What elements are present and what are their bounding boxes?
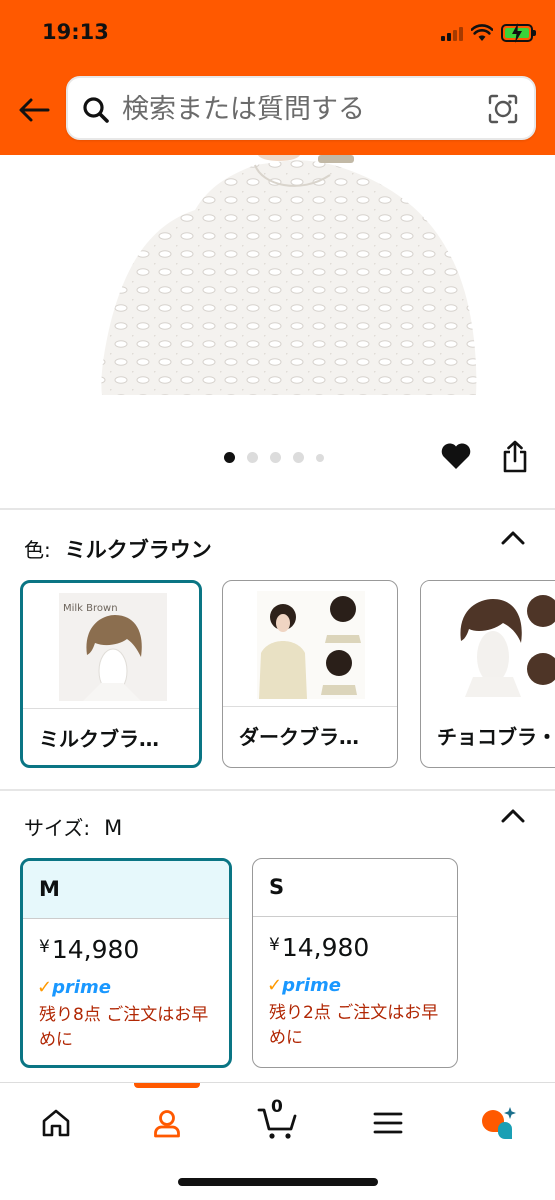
search-bar[interactable]: [66, 76, 536, 140]
nav-home[interactable]: [32, 1101, 80, 1145]
prime-check-icon: ✓: [37, 977, 53, 998]
size-option-m[interactable]: M ¥14,980 ✓prime 残り8点 ご注文はお早めに: [20, 858, 232, 1068]
account-icon: [154, 1110, 180, 1138]
collapse-size-chevron-up-icon[interactable]: [501, 808, 525, 824]
thumb-label: Milk Brown: [63, 603, 118, 614]
prime-badge: ✓prime: [37, 977, 111, 998]
size-option-name: M: [23, 861, 229, 919]
color-option-name: チョコブラ・: [437, 725, 555, 749]
nav-active-indicator: [134, 1083, 200, 1088]
prime-badge: ✓prime: [267, 975, 341, 996]
back-arrow-icon: [19, 98, 50, 122]
status-icons: [441, 20, 536, 46]
share-button[interactable]: [500, 440, 530, 478]
search-icon: [83, 97, 109, 123]
carousel-dot[interactable]: [224, 452, 235, 463]
nav-cart[interactable]: 0: [254, 1097, 302, 1145]
section-divider: [0, 789, 555, 791]
status-time: 19:13: [42, 20, 109, 44]
size-option-s[interactable]: S ¥14,980 ✓prime 残り2点 ご注文はお早めに: [252, 858, 458, 1068]
heart-icon: [441, 443, 471, 469]
nav-rufus[interactable]: [474, 1101, 522, 1145]
prime-check-icon: ✓: [267, 975, 283, 996]
carousel-dots[interactable]: [224, 452, 324, 463]
color-thumbnail: [223, 581, 397, 707]
carousel-dot[interactable]: [247, 452, 258, 463]
back-button[interactable]: [14, 90, 54, 130]
color-option-milk-brown[interactable]: Milk Brown ミルクブラ…: [20, 580, 202, 768]
home-indicator: [178, 1178, 378, 1186]
nav-account[interactable]: [143, 1101, 191, 1145]
color-thumbnail: [421, 581, 555, 707]
size-option-price: ¥14,980: [39, 935, 139, 964]
size-label-text: サイズ:: [24, 816, 91, 840]
nav-menu[interactable]: [364, 1101, 412, 1145]
color-label-text: 色:: [24, 538, 51, 562]
section-divider: [0, 508, 555, 510]
color-option-name: ミルクブラ…: [39, 727, 159, 751]
currency-symbol: ¥: [269, 935, 280, 955]
color-thumbnail: Milk Brown: [23, 583, 199, 709]
color-selected-value: ミルクブラウン: [64, 538, 212, 562]
color-option-choco-brown[interactable]: チョコブラ・: [420, 580, 555, 768]
camera-lens-icon[interactable]: [488, 94, 518, 124]
wifi-icon: [471, 24, 493, 41]
carousel-dot[interactable]: [293, 452, 304, 463]
home-icon: [42, 1109, 70, 1137]
size-option-price: ¥14,980: [269, 933, 369, 962]
cart-count: 0: [271, 1097, 283, 1117]
rufus-icon: [482, 1107, 516, 1139]
product-image[interactable]: [0, 155, 555, 395]
price-value: 14,980: [281, 933, 370, 962]
size-selected-value: M: [104, 816, 123, 840]
app-header: 19:13: [0, 0, 555, 155]
collapse-color-chevron-up-icon[interactable]: [501, 530, 525, 546]
carousel-dot[interactable]: [316, 453, 324, 462]
price-value: 14,980: [51, 935, 140, 964]
search-input[interactable]: [122, 86, 482, 132]
stock-status: 残り8点 ご注文はお早めに: [39, 1005, 209, 1050]
add-to-list-button[interactable]: [440, 440, 472, 476]
menu-icon: [373, 1112, 403, 1134]
prime-label: prime: [52, 977, 111, 998]
carousel-dot[interactable]: [270, 452, 281, 463]
size-option-name: S: [253, 859, 457, 917]
product-photo: [101, 155, 477, 395]
color-option-dark-brown[interactable]: ダークブラ…: [222, 580, 398, 768]
size-label: サイズ: M: [24, 812, 122, 841]
prime-label: prime: [282, 975, 341, 996]
currency-symbol: ¥: [39, 937, 50, 957]
battery-charging-icon: [501, 23, 536, 43]
color-option-name: ダークブラ…: [239, 725, 359, 749]
color-label: 色: ミルクブラウン: [24, 534, 212, 564]
stock-status: 残り2点 ご注文はお早めに: [269, 1003, 439, 1048]
share-icon: [503, 440, 527, 473]
cellular-signal-icon: [441, 25, 463, 41]
status-bar: 19:13: [0, 0, 555, 62]
